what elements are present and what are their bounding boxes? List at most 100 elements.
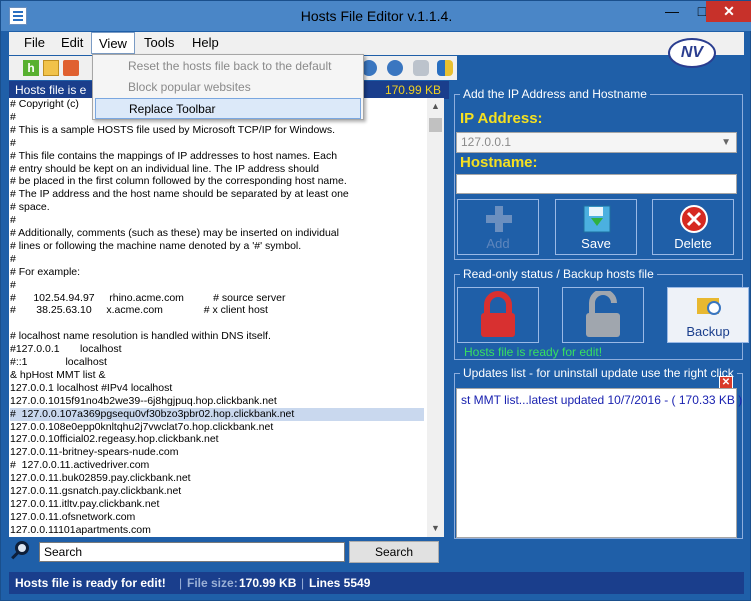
hosts-line[interactable]: 127.0.0.11.ofsnetwork.com: [10, 511, 135, 524]
hosts-line[interactable]: 127.0.0.11101apartments.com: [10, 524, 151, 537]
hosts-line[interactable]: # The IP address and the host name shoul…: [10, 188, 349, 201]
globe-refresh-icon[interactable]: [387, 60, 403, 76]
search-input[interactable]: [39, 542, 345, 562]
hosts-line[interactable]: #::1 localhost: [10, 356, 107, 369]
lock-closed-icon: [481, 291, 515, 337]
delete-button[interactable]: Delete: [652, 199, 734, 255]
hosts-line[interactable]: 127.0.0.1 localhost #IPv4 localhost: [10, 382, 172, 395]
hosts-line[interactable]: # 102.54.94.97 rhino.acme.com # source s…: [10, 292, 285, 305]
status-separator: |: [301, 576, 305, 590]
chevron-down-icon: ▼: [721, 137, 731, 148]
menu-item-replace-toolbar[interactable]: Replace Toolbar: [95, 98, 361, 119]
hosts-line[interactable]: # This file contains the mappings of IP …: [10, 150, 337, 163]
add-button-label: Add: [486, 236, 510, 251]
hosts-line[interactable]: #: [10, 137, 16, 150]
hosts-line[interactable]: # This is a sample HOSTS file used by Mi…: [10, 124, 335, 137]
status-bar: Hosts file is ready for edit! | File siz…: [9, 572, 744, 594]
ip-address-select[interactable]: 127.0.0.1 ▼: [456, 132, 737, 153]
menu-file[interactable]: File: [17, 32, 52, 54]
line-count: Lines 5549: [309, 576, 371, 590]
search-row: Search: [9, 539, 449, 567]
hosts-line[interactable]: # For example:: [10, 266, 80, 279]
scroll-thumb[interactable]: [429, 118, 442, 132]
hosts-line[interactable]: 127.0.0.11.buk02859.pay.clickbank.net: [10, 472, 191, 485]
hosts-line[interactable]: 127.0.0.11.itltv.pay.clickbank.net: [10, 498, 159, 511]
save-button-label: Save: [581, 236, 611, 251]
delete-circle-icon: [680, 205, 708, 233]
ip-address-value: 127.0.0.1: [461, 135, 512, 149]
folder-clock-icon: [697, 298, 721, 315]
view-menu-dropdown: Reset the hosts file back to the default…: [92, 54, 364, 120]
hosts-line[interactable]: # lines or following the machine name de…: [10, 240, 301, 253]
hosts-text-area[interactable]: # Copyright (c) # # This is a sample HOSTS…: [9, 98, 427, 537]
menu-tools[interactable]: Tools: [137, 32, 181, 54]
floppy-icon: [583, 205, 611, 233]
menu-edit[interactable]: Edit: [54, 32, 90, 54]
title-bar: Hosts File Editor v.1.1.4. — □ ✕: [1, 1, 751, 31]
hosts-line[interactable]: # entry should be kept on an individual …: [10, 163, 319, 176]
hosts-line[interactable]: 127.0.0.11.gsnatch.pay.clickbank.net: [10, 485, 181, 498]
hosts-line[interactable]: & hpHost MMT list &: [10, 369, 106, 382]
readonly-group-title: Read-only status / Backup hosts file: [460, 267, 657, 281]
list-item[interactable]: st MMT list...latest updated 10/7/2016 -…: [461, 393, 742, 407]
hosts-line[interactable]: 127.0.0.10fficial02.regeasy.hop.clickban…: [10, 433, 219, 446]
scroll-down-icon[interactable]: ▼: [427, 520, 444, 537]
add-entry-group-title: Add the IP Address and Hostname: [460, 87, 650, 101]
scroll-up-icon[interactable]: ▲: [427, 98, 444, 115]
menu-help[interactable]: Help: [185, 32, 226, 54]
hosts-line[interactable]: 127.0.0.1015f91no4b2we39--6j8hgjpuq.hop.…: [10, 395, 277, 408]
hostname-label: Hostname:: [460, 154, 538, 171]
shield-gray-icon[interactable]: [413, 60, 429, 76]
menu-view[interactable]: View: [91, 32, 135, 54]
hosts-line[interactable]: # localhost name resolution is handled w…: [10, 330, 271, 343]
plus-icon: [486, 206, 512, 232]
hosts-line[interactable]: # Copyright (c): [10, 98, 79, 111]
status-text: Hosts file is ready for edit!: [15, 576, 166, 590]
editor-size-label: 170.99 KB: [384, 83, 441, 97]
hosts-line[interactable]: 127.0.0.11-britney-spears-nude.com: [10, 446, 178, 459]
hosts-line[interactable]: # 127.0.0.107a369pgsequ0vf30bzo3pbr02.ho…: [10, 407, 424, 421]
hostname-input[interactable]: [456, 174, 737, 194]
hosts-line[interactable]: #: [10, 214, 16, 227]
lock-open-icon: [586, 291, 620, 337]
status-separator: |: [179, 576, 183, 590]
open-folder-icon[interactable]: [43, 60, 59, 76]
shield-color-icon[interactable]: [437, 60, 453, 76]
hosts-line[interactable]: #: [10, 253, 16, 266]
backup-button-label: Backup: [686, 324, 730, 339]
close-button[interactable]: ✕: [706, 1, 751, 22]
backup-button[interactable]: Backup: [667, 287, 749, 343]
hosts-line[interactable]: # space.: [10, 201, 50, 214]
lock-readonly-button[interactable]: [457, 287, 539, 343]
hosts-line[interactable]: # 38.25.63.10 x.acme.com # x client host: [10, 304, 268, 317]
app-window: Hosts File Editor v.1.1.4. — □ ✕ File Ed…: [0, 0, 751, 601]
unlock-button[interactable]: [562, 287, 644, 343]
hosts-icon[interactable]: h: [23, 60, 39, 76]
save-button[interactable]: Save: [555, 199, 637, 255]
hosts-line[interactable]: # 127.0.0.11.activedriver.com: [10, 459, 149, 472]
menu-bar: File Edit View Tools Help: [9, 32, 744, 55]
editor-status-label: Hosts file is e: [15, 83, 87, 97]
hosts-line[interactable]: #: [10, 111, 16, 124]
file-size-value: 170.99 KB: [239, 576, 297, 590]
menu-item-block-websites[interactable]: Block popular websites: [95, 77, 361, 98]
vertical-scrollbar[interactable]: ▲ ▼: [427, 98, 444, 537]
readonly-status-text: Hosts file is ready for edit!: [464, 345, 603, 359]
hosts-line[interactable]: #: [10, 279, 16, 292]
hosts-line[interactable]: 127.0.0.108e0epp0knltqhu2j7vwclat7o.hop.…: [10, 421, 273, 434]
search-button[interactable]: Search: [349, 541, 439, 563]
updates-group-title: Updates list - for uninstall update use …: [460, 366, 737, 380]
hosts-line[interactable]: #127.0.0.1 localhost: [10, 343, 122, 356]
window-title: Hosts File Editor v.1.1.4.: [300, 8, 453, 24]
file-size-label: File size:: [187, 576, 238, 590]
updates-list[interactable]: st MMT list...latest updated 10/7/2016 -…: [456, 388, 742, 538]
nv-logo: NV: [668, 38, 716, 68]
minimize-button[interactable]: —: [657, 1, 687, 22]
add-button[interactable]: Add: [457, 199, 539, 255]
menu-item-reset-hosts[interactable]: Reset the hosts file back to the default: [95, 56, 361, 77]
edit-icon[interactable]: [63, 60, 79, 76]
delete-button-label: Delete: [674, 236, 712, 251]
hosts-line[interactable]: # Additionally, comments (such as these)…: [10, 227, 339, 240]
hosts-line[interactable]: # be placed in the first column followed…: [10, 175, 347, 188]
magnifier-icon: [15, 541, 29, 555]
